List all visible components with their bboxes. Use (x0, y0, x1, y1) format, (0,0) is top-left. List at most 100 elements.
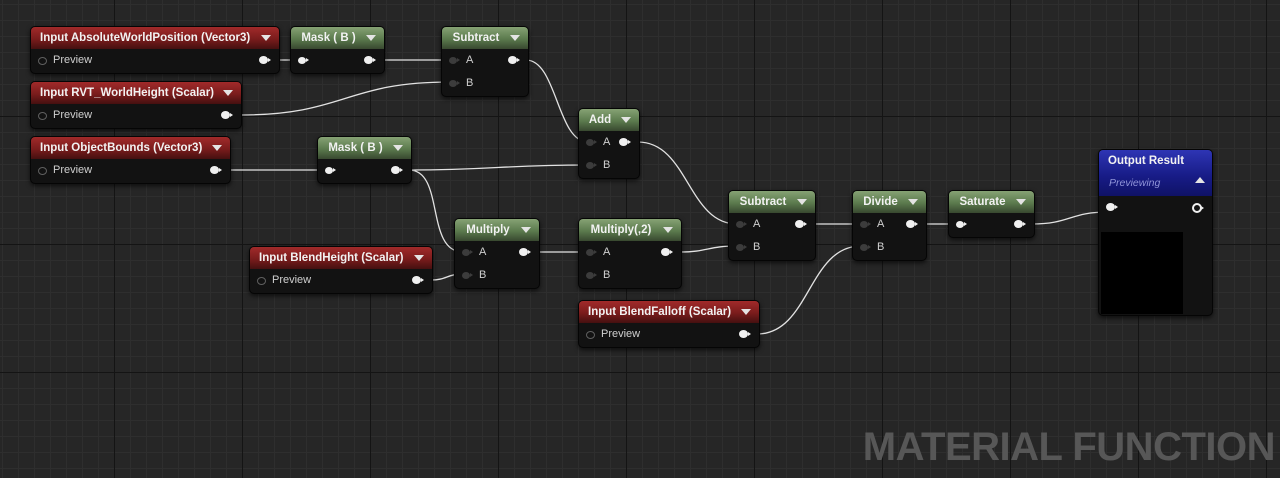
input-pin-b[interactable] (449, 80, 460, 87)
node-header: Subtract (442, 27, 528, 49)
output-pin[interactable] (221, 111, 233, 119)
node-header: Output Result Previewing (1099, 150, 1212, 196)
node-title: Input AbsoluteWorldPosition (Vector3) (40, 32, 251, 44)
node-header: Multiply(,2) (579, 219, 681, 241)
chevron-down-icon[interactable] (741, 309, 751, 315)
pin-b-label: B (479, 269, 487, 281)
chevron-down-icon[interactable] (212, 145, 222, 151)
node-title: Input ObjectBounds (Vector3) (40, 142, 203, 154)
node-input-absolute-world-position[interactable]: Input AbsoluteWorldPosition (Vector3) Pr… (30, 26, 280, 74)
preview-thumbnail (1101, 232, 1183, 314)
pin-b-label: B (753, 241, 761, 253)
input-pin-a[interactable] (449, 57, 460, 64)
node-header: Input BlendFalloff (Scalar) (579, 301, 759, 323)
output-pin[interactable] (519, 248, 531, 256)
wire-saturate-to-output (1031, 211, 1109, 225)
output-pin[interactable] (412, 276, 424, 284)
input-pin-b[interactable] (586, 162, 597, 169)
input-pin-b[interactable] (860, 244, 871, 251)
input-pin[interactable] (956, 221, 967, 228)
node-multiply-2[interactable]: Multiply(,2) A B (578, 218, 682, 289)
node-multiply[interactable]: Multiply A B (454, 218, 540, 289)
chevron-down-icon[interactable] (521, 227, 531, 233)
preview-label: Preview (53, 54, 93, 66)
output-pin[interactable] (364, 56, 376, 64)
input-pin-a[interactable] (586, 139, 597, 146)
node-saturate[interactable]: Saturate (948, 190, 1035, 238)
output-pin-ring-icon[interactable] (1192, 203, 1204, 213)
node-mask-1[interactable]: Mask ( B ) (290, 26, 385, 74)
output-pin[interactable] (906, 220, 918, 228)
preview-pin-icon[interactable] (38, 57, 47, 65)
node-title: Mask ( B ) (328, 142, 383, 154)
chevron-up-icon[interactable] (1195, 177, 1205, 183)
node-divide[interactable]: Divide A B (852, 190, 927, 261)
output-pin[interactable] (619, 138, 631, 146)
output-pin[interactable] (661, 248, 673, 256)
node-title: Multiply (466, 224, 510, 236)
node-title: Output Result (1108, 155, 1185, 167)
output-pin[interactable] (508, 56, 520, 64)
pin-a-label: A (603, 246, 611, 258)
preview-label: Preview (272, 274, 312, 286)
preview-pin-icon[interactable] (38, 112, 47, 120)
node-add[interactable]: Add A B (578, 108, 640, 179)
pin-a-label: A (877, 218, 885, 230)
wire-add-to-subtract2a (637, 141, 738, 225)
chevron-down-icon[interactable] (366, 35, 376, 41)
node-title: Input BlendFalloff (Scalar) (588, 306, 732, 318)
chevron-down-icon[interactable] (510, 35, 520, 41)
output-pin[interactable] (259, 56, 271, 64)
node-title: Subtract (452, 32, 500, 44)
input-pin-a[interactable] (586, 249, 597, 256)
output-pin[interactable] (1014, 220, 1026, 228)
chevron-down-icon[interactable] (908, 199, 918, 205)
input-pin[interactable] (298, 57, 309, 64)
preview-label: Preview (53, 109, 93, 121)
preview-pin-icon[interactable] (38, 167, 47, 175)
node-header: Saturate (949, 191, 1034, 213)
chevron-down-icon[interactable] (261, 35, 271, 41)
node-title: Saturate (959, 196, 1006, 208)
node-title: Input RVT_WorldHeight (Scalar) (40, 87, 215, 99)
wire-mask2-to-addb (408, 164, 589, 171)
input-pin-a[interactable] (462, 249, 473, 256)
output-pin[interactable] (739, 330, 751, 338)
output-pin[interactable] (391, 166, 403, 174)
chevron-down-icon[interactable] (223, 90, 233, 96)
chevron-down-icon[interactable] (1016, 199, 1026, 205)
output-pin[interactable] (795, 220, 807, 228)
input-pin-b[interactable] (736, 244, 747, 251)
pin-b-label: B (466, 77, 474, 89)
chevron-down-icon[interactable] (621, 117, 631, 123)
input-pin-b[interactable] (462, 272, 473, 279)
chevron-down-icon[interactable] (663, 227, 673, 233)
pin-b-label: B (603, 269, 611, 281)
node-header: Input RVT_WorldHeight (Scalar) (31, 82, 241, 104)
node-header: Subtract (729, 191, 815, 213)
preview-pin-icon[interactable] (257, 277, 266, 285)
input-pin-a[interactable] (860, 221, 871, 228)
preview-pin-icon[interactable] (586, 331, 595, 339)
node-title: Multiply(,2) (590, 224, 652, 236)
node-subtract-1[interactable]: Subtract A B (441, 26, 529, 97)
node-output-result[interactable]: Output Result Previewing (1098, 149, 1213, 316)
node-input-blend-falloff[interactable]: Input BlendFalloff (Scalar) Preview (578, 300, 760, 348)
input-pin[interactable] (325, 167, 336, 174)
node-title: Input BlendHeight (Scalar) (259, 252, 404, 264)
input-pin[interactable] (1106, 203, 1118, 211)
node-mask-2[interactable]: Mask ( B ) (317, 136, 412, 184)
chevron-down-icon[interactable] (797, 199, 807, 205)
chevron-down-icon[interactable] (414, 255, 424, 261)
input-pin-b[interactable] (586, 272, 597, 279)
chevron-down-icon[interactable] (393, 145, 403, 151)
graph-type-watermark: MATERIAL FUNCTION (862, 425, 1276, 469)
pin-a-label: A (603, 136, 611, 148)
output-pin[interactable] (210, 166, 222, 174)
node-input-object-bounds[interactable]: Input ObjectBounds (Vector3) Preview (30, 136, 231, 184)
node-input-rvt-world-height[interactable]: Input RVT_WorldHeight (Scalar) Preview (30, 81, 242, 129)
node-subtract-2[interactable]: Subtract A B (728, 190, 816, 261)
pin-a-label: A (466, 54, 474, 66)
input-pin-a[interactable] (736, 221, 747, 228)
node-input-blend-height[interactable]: Input BlendHeight (Scalar) Preview (249, 246, 433, 294)
